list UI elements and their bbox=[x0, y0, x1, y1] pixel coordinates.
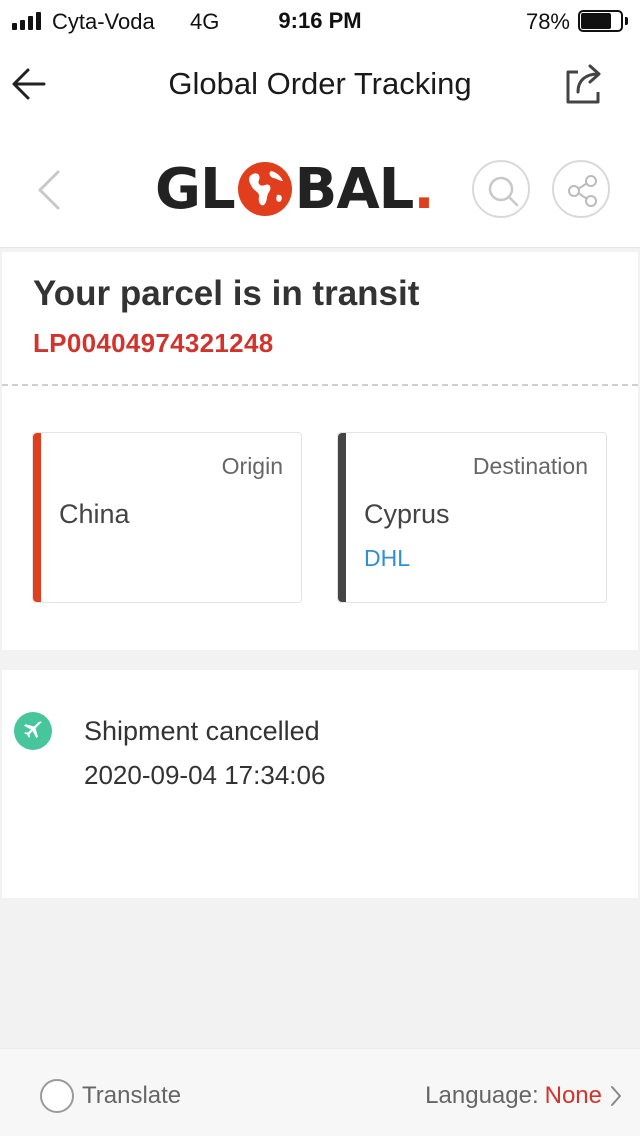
share-export-icon[interactable] bbox=[560, 60, 608, 108]
parcel-status: Your parcel is in transit bbox=[33, 274, 420, 313]
page-title: Global Order Tracking bbox=[168, 66, 472, 101]
language-selector[interactable]: Language: None bbox=[425, 1079, 624, 1113]
back-arrow-icon[interactable] bbox=[8, 62, 52, 106]
airplane-icon bbox=[14, 712, 52, 750]
origin-accent-bar bbox=[33, 433, 41, 602]
logo-text-left: GL bbox=[155, 156, 236, 222]
global-logo: GL BAL . bbox=[155, 154, 435, 224]
globe-icon bbox=[237, 161, 293, 217]
chevron-left-icon[interactable] bbox=[30, 166, 70, 214]
battery-icon bbox=[578, 10, 628, 32]
status-bar: Cyta-Voda 4G 9:16 PM 78% bbox=[0, 0, 640, 42]
translate-radio[interactable] bbox=[40, 1079, 74, 1113]
destination-country: Cyprus bbox=[364, 499, 450, 529]
search-icon bbox=[488, 176, 519, 207]
logo-dot: . bbox=[413, 156, 434, 222]
bottom-bar: Translate Language: None bbox=[0, 1048, 640, 1136]
nav-bar: Global Order Tracking bbox=[0, 42, 640, 130]
destination-accent-bar bbox=[338, 433, 346, 602]
origin-caption: Origin bbox=[221, 453, 283, 479]
destination-carrier-link[interactable]: DHL bbox=[364, 545, 410, 572]
social-share-icon bbox=[568, 175, 597, 207]
language-label: Language: bbox=[425, 1082, 539, 1109]
battery-percent: 78% bbox=[525, 9, 570, 34]
search-button[interactable] bbox=[472, 160, 530, 218]
chevron-right-icon bbox=[611, 1086, 621, 1106]
logo-text-right: BAL bbox=[294, 156, 415, 222]
tracking-status-card: Your parcel is in transit LP004049743212… bbox=[2, 252, 638, 650]
destination-box: Destination Cyprus DHL bbox=[337, 432, 607, 603]
event-timestamp: 2020-09-04 17:34:06 bbox=[84, 760, 326, 790]
tracking-number[interactable]: LP00404974321248 bbox=[33, 328, 273, 359]
translate-label[interactable]: Translate bbox=[82, 1082, 181, 1110]
destination-caption: Destination bbox=[472, 453, 588, 479]
social-share-button[interactable] bbox=[552, 160, 610, 218]
tracking-event-list: Shipment cancelled 2020-09-04 17:34:06 bbox=[2, 670, 638, 898]
language-value: None bbox=[544, 1082, 602, 1109]
event-title: Shipment cancelled bbox=[84, 716, 320, 746]
divider bbox=[2, 384, 638, 386]
origin-country: China bbox=[59, 499, 130, 529]
origin-box: Origin China bbox=[32, 432, 302, 603]
brand-header: GL BAL . bbox=[0, 130, 640, 248]
